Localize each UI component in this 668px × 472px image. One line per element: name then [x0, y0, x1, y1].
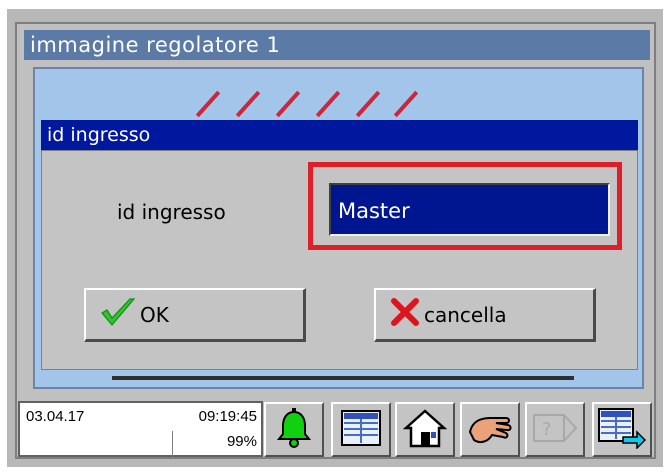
hand-icon	[466, 408, 514, 452]
help-button: ?	[525, 402, 585, 457]
svg-text:?: ?	[542, 419, 552, 440]
status-time: 09:19:45	[198, 408, 257, 425]
ok-button-label: OK	[140, 302, 169, 327]
manual-button[interactable]	[460, 402, 520, 457]
dialog-title: id ingresso	[41, 120, 638, 150]
home-button[interactable]	[395, 402, 455, 457]
cancel-button-label: cancella	[424, 302, 507, 327]
data-table-button[interactable]	[331, 402, 391, 457]
input-id-field[interactable]: Master	[329, 183, 610, 236]
checkmark-icon	[100, 297, 136, 332]
table-export-icon	[597, 407, 647, 453]
alarm-button[interactable]	[264, 402, 324, 457]
status-panel: 03.04.17 09:19:45 99%	[18, 401, 263, 457]
table-export-button[interactable]	[592, 402, 652, 457]
status-divider	[172, 431, 173, 457]
status-percent: 99%	[226, 433, 257, 450]
cancel-button[interactable]: cancella	[374, 288, 596, 342]
home-icon	[402, 407, 448, 453]
field-label: id ingresso	[117, 200, 226, 224]
help-icon: ?	[532, 412, 578, 448]
status-date: 03.04.17	[26, 408, 85, 425]
window-title: immagine regolatore 1	[24, 30, 650, 60]
data-table-icon	[340, 409, 382, 451]
ok-button[interactable]: OK	[84, 288, 306, 342]
alarm-bell-icon	[274, 407, 314, 453]
panel-bottom-strip	[112, 376, 574, 380]
close-icon	[390, 297, 420, 332]
